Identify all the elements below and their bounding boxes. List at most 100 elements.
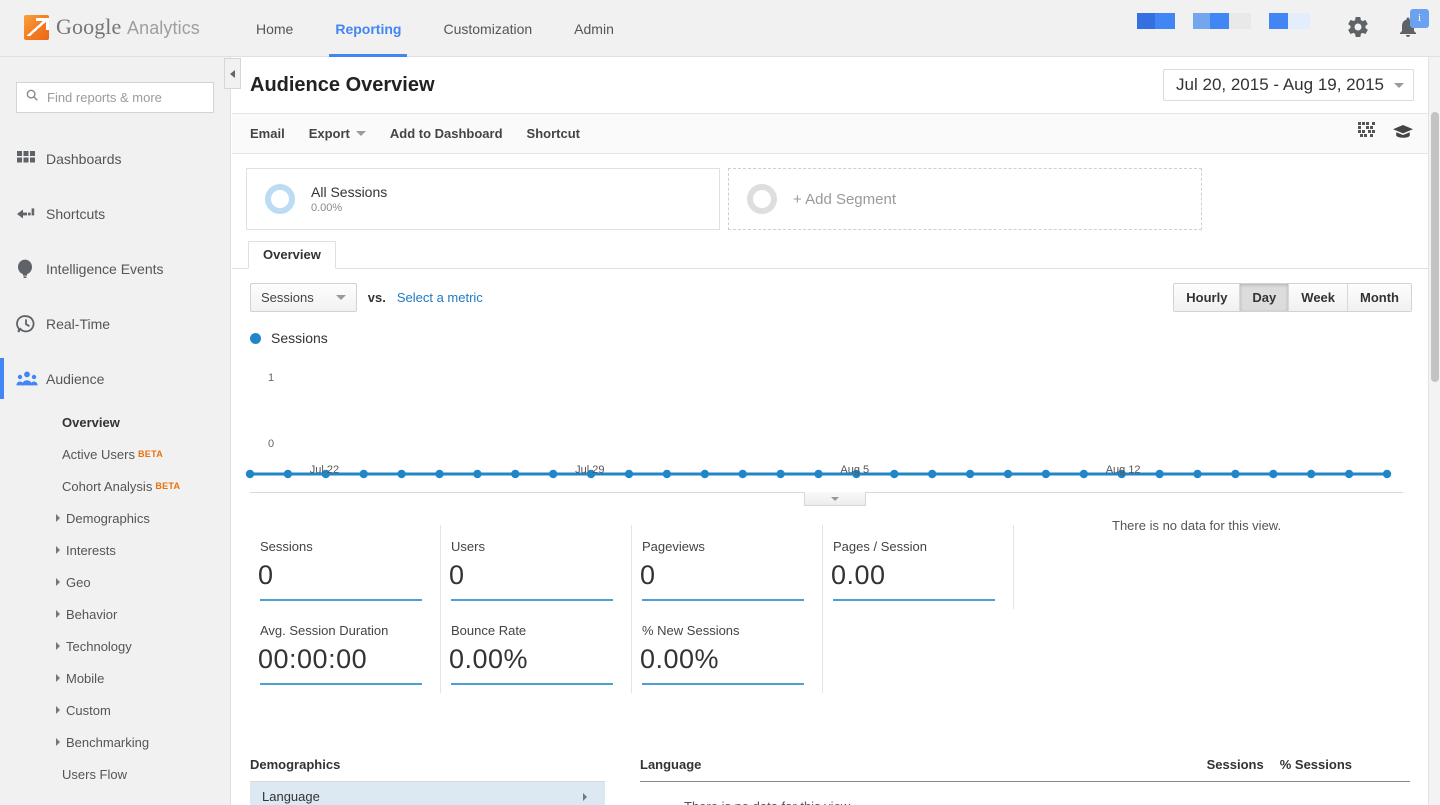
sessions-chart[interactable]: 1 0 Jul 22 Jul 29 Aug 5 Aug 12	[232, 352, 1428, 512]
sidebar-subitem-behavior[interactable]: Behavior	[0, 598, 230, 630]
gear-icon[interactable]	[1346, 15, 1370, 41]
primary-metric-select[interactable]: Sessions	[250, 283, 357, 312]
people-icon	[16, 369, 46, 389]
segment-bar: All Sessions 0.00% + Add Segment	[232, 154, 1428, 230]
sidebar-subitem-label: Behavior	[66, 606, 118, 622]
kpi-sparkline	[451, 683, 613, 685]
sidebar-subitem-technology[interactable]: Technology	[0, 630, 230, 662]
sidebar-item-audience[interactable]: Audience	[0, 351, 230, 406]
sidebar-collapse-button[interactable]	[224, 58, 241, 89]
kpi-pages-per-session[interactable]: Pages / Session 0.00	[823, 525, 1014, 609]
scrollbar-thumb[interactable]	[1431, 112, 1439, 382]
lightbulb-icon	[16, 259, 46, 279]
x-axis-tick-label: Jul 29	[575, 464, 605, 476]
sidebar-item-label: Audience	[46, 370, 105, 387]
add-segment-button[interactable]: + Add Segment	[728, 168, 1202, 230]
kpi-label: Bounce Rate	[451, 623, 527, 638]
google-analytics-logo[interactable]: Google Analytics	[24, 14, 200, 40]
kpi-value: 0	[640, 560, 656, 590]
kpi-label: Pages / Session	[833, 539, 927, 554]
demographics-item-language[interactable]: Language	[250, 782, 605, 805]
date-range-picker[interactable]: Jul 20, 2015 - Aug 19, 2015	[1163, 69, 1414, 101]
sidebar-subitem-custom[interactable]: Custom	[0, 694, 230, 726]
sidebar-subitem-label: Active Users	[62, 446, 135, 462]
table-column-percent-sessions: % Sessions	[1279, 757, 1352, 772]
granularity-month[interactable]: Month	[1348, 284, 1411, 311]
notification-badge: i	[1410, 9, 1429, 28]
sidebar-subitem-geo[interactable]: Geo	[0, 566, 230, 598]
sidebar-subitem-demographics[interactable]: Demographics	[0, 502, 230, 534]
kpi-row-primary: Sessions 0 Users 0 Pageviews 0 Pages / S…	[250, 525, 1025, 609]
chevron-right-icon	[56, 610, 60, 618]
chart-collapse-handle[interactable]	[804, 492, 866, 506]
segment-all-sessions[interactable]: All Sessions 0.00%	[246, 168, 720, 230]
sidebar-subitem-label: Geo	[66, 574, 91, 590]
action-bar: Email Export Add to Dashboard Shortcut	[232, 114, 1428, 154]
chevron-right-icon	[56, 642, 60, 650]
demographics-table: Language Sessions % Sessions There is no…	[640, 757, 1410, 805]
audience-submenu: Overview Active Users BETA Cohort Analys…	[0, 406, 230, 796]
shortcut-button[interactable]: Shortcut	[527, 126, 580, 141]
sidebar-subitem-cohort-analysis[interactable]: Cohort Analysis BETA	[0, 470, 230, 502]
sidebar-subitem-interests[interactable]: Interests	[0, 534, 230, 566]
chevron-down-icon	[831, 496, 839, 501]
segment-percent: 0.00%	[311, 201, 343, 214]
sidebar-subitem-active-users[interactable]: Active Users BETA	[0, 438, 230, 470]
sidebar-subitem-overview[interactable]: Overview	[0, 406, 230, 438]
granularity-week[interactable]: Week	[1289, 284, 1349, 311]
sidebar-item-label: Intelligence Events	[46, 260, 164, 277]
kpi-users[interactable]: Users 0	[441, 525, 632, 609]
select-a-metric-link[interactable]: Select a metric	[397, 290, 483, 305]
granularity-hourly[interactable]: Hourly	[1174, 284, 1241, 311]
sidebar-item-intelligence-events[interactable]: Intelligence Events	[0, 241, 230, 296]
sidebar-item-acquisition[interactable]: Acquisition	[0, 796, 230, 805]
sidebar-subitem-label: Users Flow	[62, 766, 128, 782]
email-button[interactable]: Email	[250, 126, 285, 141]
chevron-right-icon	[56, 546, 60, 554]
sidebar-subitem-label: Mobile	[66, 670, 105, 686]
chevron-down-icon	[355, 131, 366, 136]
search-input[interactable]	[45, 89, 205, 106]
bell-icon[interactable]: i	[1396, 9, 1429, 41]
chevron-right-icon	[56, 738, 60, 746]
sidebar-subitem-benchmarking[interactable]: Benchmarking	[0, 726, 230, 758]
sidebar: Dashboards Shortcuts Intelligence Events	[0, 57, 231, 805]
x-axis-tick-label: Jul 22	[309, 464, 340, 476]
sidebar-subitem-users-flow[interactable]: Users Flow	[0, 758, 230, 790]
chevron-right-icon	[583, 792, 587, 801]
tab-overview[interactable]: Overview	[248, 241, 336, 269]
kpi-percent-new-sessions[interactable]: % New Sessions 0.00%	[632, 609, 823, 693]
search-box[interactable]	[16, 82, 214, 113]
page-scrollbar[interactable]	[1428, 57, 1440, 805]
kpi-sparkline	[451, 599, 613, 601]
kpi-sparkline	[833, 599, 995, 601]
demographics-item-label: Language	[262, 789, 320, 804]
top-nav-customization[interactable]: Customization	[427, 0, 548, 57]
kpi-label: Avg. Session Duration	[260, 623, 389, 638]
add-to-dashboard-button[interactable]: Add to Dashboard	[390, 126, 503, 141]
export-button[interactable]: Export	[309, 126, 366, 141]
sidebar-item-dashboards[interactable]: Dashboards	[0, 131, 230, 186]
clock-speech-icon	[16, 314, 46, 334]
top-nav-reporting[interactable]: Reporting	[319, 0, 417, 57]
qr-grid-icon[interactable]	[1358, 122, 1376, 145]
graduation-cap-icon[interactable]	[1392, 123, 1414, 144]
kpi-sessions[interactable]: Sessions 0	[250, 525, 441, 609]
action-bar-icons	[1358, 122, 1414, 145]
kpi-pageviews[interactable]: Pageviews 0	[632, 525, 823, 609]
granularity-day[interactable]: Day	[1240, 284, 1290, 311]
chart-no-data-message: There is no data for this view.	[1112, 518, 1282, 533]
sidebar-item-shortcuts[interactable]: Shortcuts	[0, 186, 230, 241]
page-header: Audience Overview Jul 20, 2015 - Aug 19,…	[232, 57, 1428, 114]
property-name-redacted	[1193, 13, 1251, 29]
account-selector[interactable]	[1137, 13, 1310, 29]
kpi-row-secondary: Avg. Session Duration 00:00:00 Bounce Ra…	[250, 609, 1025, 693]
granularity-toggle: Hourly Day Week Month	[1173, 283, 1412, 312]
top-nav-admin[interactable]: Admin	[558, 0, 630, 57]
sidebar-item-real-time[interactable]: Real-Time	[0, 296, 230, 351]
sidebar-subitem-mobile[interactable]: Mobile	[0, 662, 230, 694]
kpi-bounce-rate[interactable]: Bounce Rate 0.00%	[441, 609, 632, 693]
y-axis-tick-min: 0	[268, 438, 275, 450]
top-nav-home[interactable]: Home	[240, 0, 309, 57]
kpi-avg-session-duration[interactable]: Avg. Session Duration 00:00:00	[250, 609, 441, 693]
